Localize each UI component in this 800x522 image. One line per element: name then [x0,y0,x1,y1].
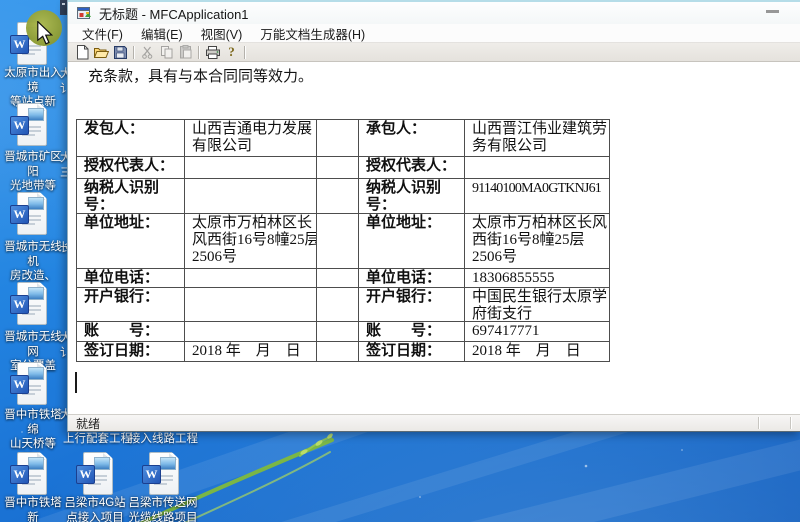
word-logo-icon: W [10,295,29,314]
table-cell-value[interactable]: 2018 年 月 日 [185,342,317,362]
titlebar[interactable]: 无标题 - MFCApplication1 [68,0,800,24]
statusbar-divider [790,417,791,429]
toolbar-separator [198,45,200,59]
word-logo-icon: W [10,375,29,394]
doc-thumbnail-icon [28,108,44,121]
app-window: 无标题 - MFCApplication1 文件(F) 编辑(E) 视图(V) … [67,0,800,432]
table-cell-empty[interactable] [317,342,359,362]
table-cell-value[interactable]: 中国民生银行太原学 府街支行 [465,288,610,322]
desktop-icon-label[interactable]: 晋中市铁塔新建室分项目 [1,496,65,522]
desktop-icon-word-doc[interactable]: W [10,192,48,236]
open-folder-icon[interactable] [92,44,111,60]
statusbar-divider [758,417,759,429]
table-cell-label[interactable]: 单位电话： [77,269,185,288]
word-logo-icon: W [10,205,29,224]
table-cell-empty[interactable] [317,120,359,157]
table-cell-value[interactable]: 697417771 [465,322,610,342]
doc-thumbnail-icon [94,457,110,470]
desktop-icon-word-doc[interactable]: W [10,282,48,326]
table-cell-value[interactable]: 山西吉通电力发展 有限公司 [185,120,317,157]
doc-thumbnail-icon [28,287,44,300]
minimize-button[interactable] [766,10,779,13]
toolbar-separator [244,45,246,59]
table-cell-label[interactable]: 签订日期： [77,342,185,362]
table-cell-empty[interactable] [317,269,359,288]
doc-thumbnail-icon [28,197,44,210]
menu-item-doc-generator[interactable]: 万能文档生成器(H) [251,24,374,43]
table-cell-empty[interactable] [317,157,359,179]
table-cell-empty[interactable] [317,179,359,214]
table-cell-empty[interactable] [317,214,359,269]
table-cell-label[interactable]: 纳税人识别 号： [77,179,185,214]
table-cell-value[interactable]: 2018 年 月 日 [465,342,610,362]
table-cell-empty[interactable] [317,288,359,322]
table-cell-value[interactable] [185,157,317,179]
desktop-icon-word-doc[interactable]: W [10,452,48,496]
table-cell-value[interactable]: 太原市万柏林区长风西街16号8幢25层2506号 [185,214,317,269]
text-caret [75,372,77,393]
cursor-arrow-icon [37,21,53,45]
word-logo-icon: W [76,465,95,484]
table-cell-label[interactable]: 账 号： [77,322,185,342]
desktop-icon-label[interactable]: 吕梁市4G站 点接入项目 [62,496,128,522]
word-logo-icon: W [142,465,161,484]
table-cell-label[interactable]: 账 号： [359,322,465,342]
desktop-icon-word-doc[interactable]: W [76,452,114,496]
print-icon[interactable] [203,44,222,60]
partial-icon-label: 上行配套工程 [63,433,132,445]
status-bar: 就绪 [68,414,800,431]
help-icon[interactable]: ? [222,44,241,60]
save-icon[interactable] [111,44,130,60]
toolbar-separator [133,45,135,59]
table-cell-label[interactable]: 开户银行： [359,288,465,322]
doc-thumbnail-icon [28,367,44,380]
document-area[interactable]: 充条款，具有与本合同同等效力。 发包人： 山西吉通电力发展 有限公司 承包人： 山… [68,62,800,414]
table-cell-value[interactable]: 太原市万柏林区长风西街16号8幢25层2506号 [465,214,610,269]
doc-thumbnail-icon [160,457,176,470]
desktop-icon-word-doc[interactable]: W [142,452,180,496]
table-cell-value[interactable] [185,322,317,342]
table-cell-label[interactable]: 单位地址： [77,214,185,269]
table-cell-value[interactable]: 18306855555 [465,269,610,288]
table-cell-value[interactable] [185,288,317,322]
word-logo-icon: W [10,116,29,135]
copy-icon[interactable] [157,44,176,60]
table-cell-label[interactable]: 纳税人识别 号： [359,179,465,214]
table-cell-value[interactable] [465,157,610,179]
menubar: 文件(F) 编辑(E) 视图(V) 万能文档生成器(H) [68,24,800,43]
contract-table: 发包人： 山西吉通电力发展 有限公司 承包人： 山西晋江伟业建筑劳 务有限公司 授权… [76,119,610,362]
table-cell-label[interactable]: 承包人： [359,120,465,157]
toolbar: ? [68,43,800,62]
paste-icon[interactable] [176,44,195,60]
desktop-icon-word-doc[interactable]: W [10,362,48,406]
screen: W 太原市出入境等站点新建... W 晋城市矿区阳光地带等站... W 晋城市无… [0,0,800,522]
partial-icon-label: 接入线路工程 [129,433,198,445]
table-cell-label[interactable]: 签订日期： [359,342,465,362]
menu-item-view[interactable]: 视图(V) [192,24,252,43]
table-cell-value[interactable]: 山西晋江伟业建筑劳 务有限公司 [465,120,610,157]
table-cell-label[interactable]: 开户银行： [77,288,185,322]
window-title: 无标题 - MFCApplication1 [99,6,249,22]
table-cell-empty[interactable] [317,322,359,342]
document-paragraph: 充条款，具有与本合同同等效力。 [88,69,314,85]
table-cell-value[interactable] [185,269,317,288]
status-text: 就绪 [76,416,101,431]
menu-item-edit[interactable]: 编辑(E) [132,24,192,43]
table-cell-label[interactable]: 授权代表人： [77,157,185,179]
word-logo-icon: W [10,465,29,484]
doc-thumbnail-icon [28,457,44,470]
table-cell-value[interactable] [185,179,317,214]
desktop-icon-label[interactable]: 吕梁市传送网 光缆线路项目 [128,496,198,522]
table-cell-value[interactable]: 91140100MA0GTKNJ61 [465,179,610,214]
table-cell-label[interactable]: 单位电话： [359,269,465,288]
desktop-icon-word-doc[interactable]: W [10,103,48,147]
mouse-cursor [24,8,84,58]
table-cell-label[interactable]: 单位地址： [359,214,465,269]
cut-icon[interactable] [138,44,157,60]
table-cell-label[interactable]: 发包人： [77,120,185,157]
table-cell-label[interactable]: 授权代表人： [359,157,465,179]
